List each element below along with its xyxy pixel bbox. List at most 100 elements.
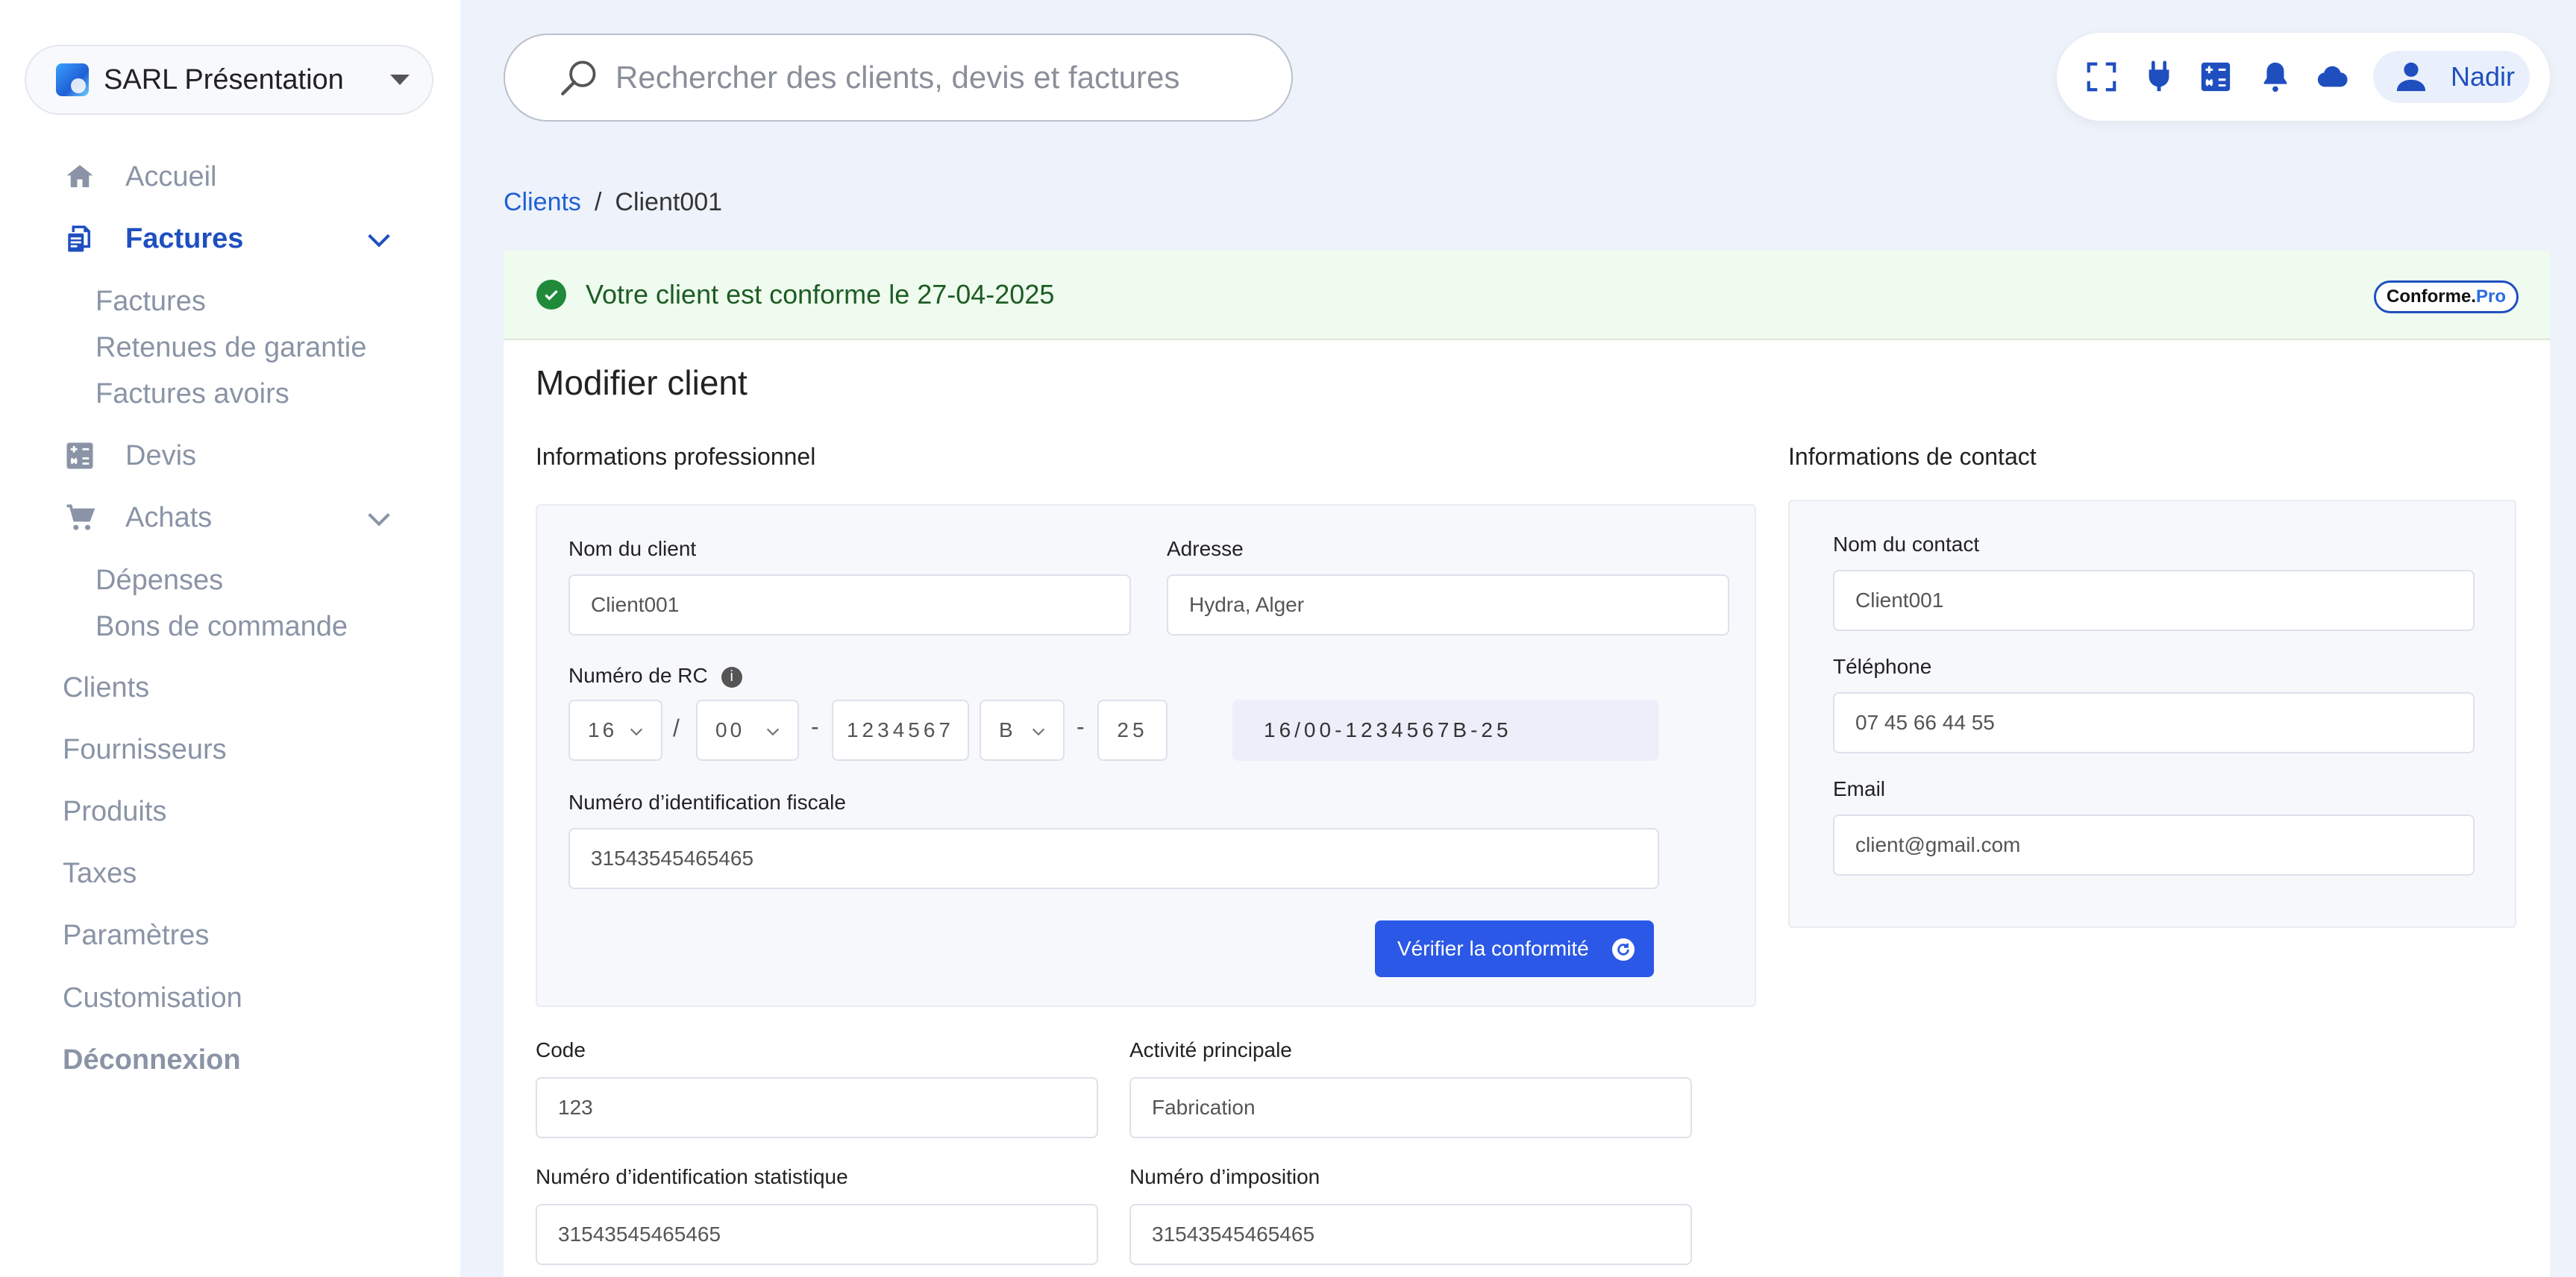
sidebar-subitem-avoirs[interactable]: Factures avoirs	[95, 378, 289, 410]
sidebar-item-accueil[interactable]: Accueil	[63, 160, 217, 194]
contact-name-input[interactable]: Client001	[1833, 570, 2475, 631]
code-input[interactable]: 123	[536, 1077, 1098, 1138]
sidebar-item-label: Accueil	[125, 160, 217, 192]
sidebar-item-taxes[interactable]: Taxes	[63, 858, 137, 890]
section-title-pro: Informations professionnel	[536, 443, 816, 470]
chevron-down-icon	[630, 728, 643, 736]
rc-separator: /	[673, 715, 680, 741]
rc-label: Numéro de RC i	[568, 664, 742, 688]
chevron-down-icon[interactable]	[364, 504, 394, 534]
sidebar-item-devis[interactable]: Devis	[63, 439, 196, 473]
phone-input[interactable]: 07 45 66 44 55	[1833, 692, 2475, 753]
sidebar-item-parametres[interactable]: Paramètres	[63, 920, 209, 952]
sidebar-item-label: Devis	[125, 439, 197, 471]
refresh-icon	[1612, 938, 1635, 961]
sidebar-item-customisation[interactable]: Customisation	[63, 982, 242, 1014]
sidebar-item-produits[interactable]: Produits	[63, 796, 166, 828]
sidebar-item-clients[interactable]: Clients	[63, 672, 149, 704]
badge-text-a: Conforme.	[2386, 286, 2476, 307]
cart-icon	[63, 501, 97, 535]
nis-input[interactable]: 31543545465465	[536, 1204, 1098, 1265]
rc-wilaya-select[interactable]: 16	[568, 700, 662, 761]
search-input[interactable]	[615, 60, 1227, 95]
code-label: Code	[536, 1038, 586, 1061]
rc-letter-value: B	[999, 718, 1016, 741]
imposition-label: Numéro d’imposition	[1129, 1165, 1320, 1188]
check-circle-icon	[536, 280, 566, 310]
company-selector[interactable]: SARL Présentation	[25, 45, 433, 115]
breadcrumb: Clients / Client001	[504, 188, 722, 217]
caret-down-icon	[390, 75, 410, 85]
adresse-input[interactable]: Hydra, Alger	[1167, 574, 1729, 636]
page-title: Modifier client	[536, 363, 748, 402]
cloud-icon[interactable]	[2315, 60, 2349, 94]
search-bar[interactable]	[504, 34, 1293, 122]
adresse-label: Adresse	[1167, 537, 1244, 560]
verify-button-label: Vérifier la conformité	[1397, 937, 1589, 960]
main-card: Votre client est conforme le 27-04-2025 …	[504, 251, 2550, 1277]
contact-info-panel: Nom du contact Client001 Téléphone 07 45…	[1788, 500, 2516, 928]
user-name: Nadir	[2451, 61, 2516, 92]
nif-label: Numéro d’identification fiscale	[568, 791, 846, 814]
rc-number-input[interactable]: 1234567	[832, 700, 969, 761]
fullscreen-icon[interactable]	[2084, 60, 2119, 94]
breadcrumb-current: Client001	[615, 188, 723, 216]
section-title-contact: Informations de contact	[1788, 443, 2037, 470]
rc-type-select[interactable]: 00	[696, 700, 799, 761]
nom-client-label: Nom du client	[568, 537, 697, 560]
calculator-icon	[63, 439, 97, 473]
conforme-pro-logo: Conforme. Pro	[2374, 280, 2519, 313]
rc-type-value: 00	[715, 718, 745, 741]
activite-label: Activité principale	[1129, 1038, 1292, 1061]
sidebar-item-achats[interactable]: Achats	[63, 501, 212, 535]
phone-label: Téléphone	[1833, 655, 1932, 678]
rc-separator: -	[1077, 713, 1085, 740]
email-label: Email	[1833, 777, 1886, 800]
sidebar-subitem-bons-commande[interactable]: Bons de commande	[95, 611, 348, 643]
search-icon	[561, 60, 596, 95]
info-icon[interactable]: i	[721, 666, 742, 688]
conformity-message: Votre client est conforme le 27-04-2025	[586, 279, 1055, 310]
verify-conformity-button[interactable]: Vérifier la conformité	[1375, 920, 1654, 977]
chevron-down-icon	[766, 728, 780, 736]
contact-name-label: Nom du contact	[1833, 533, 1980, 556]
imposition-input[interactable]: 31543545465465	[1129, 1204, 1692, 1265]
home-icon	[63, 160, 97, 194]
company-logo-icon	[56, 63, 89, 96]
invoice-icon	[63, 222, 97, 256]
sidebar-item-label: Achats	[125, 501, 213, 533]
pro-info-panel: Nom du client Client001 Adresse Hydra, A…	[536, 504, 1756, 1007]
breadcrumb-clients-link[interactable]: Clients	[504, 188, 581, 217]
rc-letter-select[interactable]: B	[980, 700, 1065, 761]
rc-wilaya-value: 16	[588, 718, 618, 741]
rc-label-text: Numéro de RC	[568, 664, 708, 687]
rc-separator: -	[811, 713, 819, 740]
sidebar: SARL Présentation Accueil Factures Factu…	[0, 0, 460, 1277]
sidebar-item-factures[interactable]: Factures	[63, 222, 243, 256]
user-icon	[2396, 62, 2426, 92]
nif-input[interactable]: 31543545465465	[568, 828, 1659, 889]
nis-label: Numéro d’identification statistique	[536, 1165, 848, 1188]
rc-result-display: 16/00-1234567B-25	[1232, 700, 1659, 761]
top-toolbar: Nadir	[2057, 33, 2550, 121]
rc-year-input[interactable]: 25	[1097, 700, 1168, 761]
chevron-down-icon[interactable]	[364, 225, 394, 255]
sidebar-subitem-factures[interactable]: Factures	[95, 286, 206, 318]
nom-client-input[interactable]: Client001	[568, 574, 1131, 636]
badge-text-b: Pro	[2475, 286, 2506, 307]
bell-icon[interactable]	[2258, 60, 2293, 94]
company-name: SARL Présentation	[104, 63, 344, 95]
calculator-icon[interactable]	[2199, 60, 2233, 94]
chevron-down-icon	[1032, 728, 1045, 736]
plug-icon[interactable]	[2142, 60, 2176, 94]
sidebar-item-label: Factures	[125, 222, 244, 254]
sidebar-subitem-retenues[interactable]: Retenues de garantie	[95, 332, 366, 364]
user-menu[interactable]: Nadir	[2373, 51, 2530, 103]
breadcrumb-separator: /	[594, 188, 602, 216]
sidebar-item-fournisseurs[interactable]: Fournisseurs	[63, 734, 227, 766]
sidebar-subitem-depenses[interactable]: Dépenses	[95, 565, 223, 597]
activite-input[interactable]: Fabrication	[1129, 1077, 1692, 1138]
logout-link[interactable]: Déconnexion	[63, 1044, 241, 1076]
email-input[interactable]: client@gmail.com	[1833, 815, 2475, 876]
conformity-banner: Votre client est conforme le 27-04-2025 …	[504, 251, 2550, 340]
